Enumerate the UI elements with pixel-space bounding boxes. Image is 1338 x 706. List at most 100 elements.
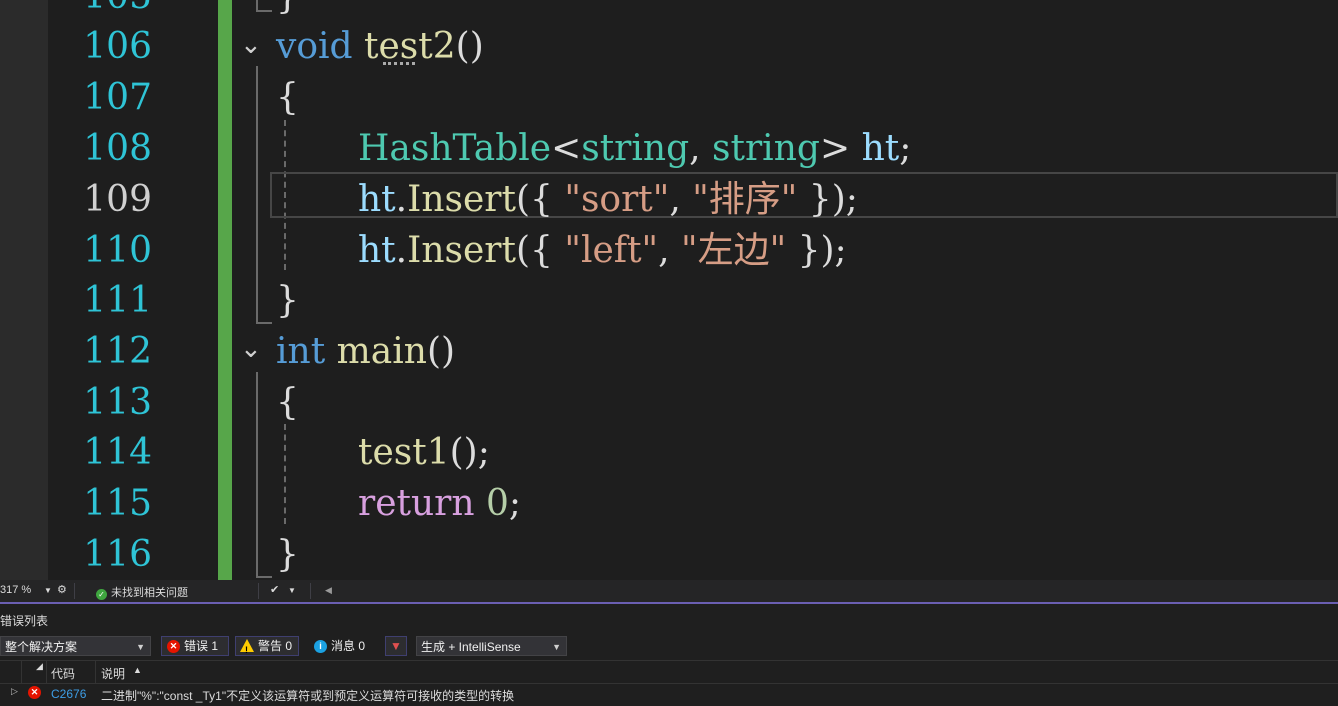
line-number: 106 (83, 26, 152, 67)
check-circle-icon: ✓ (96, 589, 107, 600)
chevron-down-icon[interactable]: ▼ (288, 586, 296, 595)
issues-indicator[interactable]: ✓ 未找到相关问题 (96, 584, 188, 600)
brace: { (276, 77, 299, 118)
punctuation: ; (508, 483, 522, 524)
type-name: string (581, 128, 690, 169)
source-value: 生成 + IntelliSense (421, 640, 521, 654)
function-name: Insert (407, 179, 516, 220)
error-list-panel: 错误列表 整个解决方案 ▼ ✕ 错误 1 ! 警告 0 i 消息 0 ▼ 生成 + In… (0, 602, 1338, 706)
expand-triangle-icon[interactable]: ▷ (11, 686, 18, 697)
scope-value: 整个解决方案 (5, 640, 78, 654)
warnings-count: 警告 0 (258, 639, 293, 653)
code-line[interactable]: } (276, 0, 299, 22)
divider (74, 583, 75, 599)
function-name: test1 (358, 432, 450, 473)
punctuation: () (455, 26, 484, 67)
type-name: string (712, 128, 820, 169)
line-number: 111 (83, 280, 152, 321)
brace: } (276, 280, 299, 321)
sort-marker-icon: ◢ (36, 661, 43, 671)
messages-filter-button[interactable]: i 消息 0 (308, 636, 374, 656)
sort-ascending-icon: ▲ (133, 665, 142, 675)
chevron-down-icon[interactable]: ▼ (44, 586, 52, 595)
punctuation: ({ (515, 230, 565, 271)
intellisense-suggestion-dots (383, 62, 415, 69)
type-name: HashTable (358, 128, 552, 169)
punctuation: . (395, 179, 408, 220)
code-cleanup-brush-icon[interactable]: ✔ (270, 583, 279, 596)
code-line[interactable]: void test2() (276, 22, 484, 72)
brace: } (276, 534, 299, 575)
filter-build-intellisense-icon[interactable]: ▼ (385, 636, 407, 656)
punctuation: () (426, 331, 456, 372)
scroll-left-icon[interactable]: ◀ (325, 585, 332, 596)
warning-mark: ! (245, 645, 248, 655)
scope-dropdown[interactable]: 整个解决方案 ▼ (0, 636, 151, 656)
errors-count: 错误 1 (184, 639, 219, 653)
code-line[interactable]: return 0; (358, 479, 521, 529)
chevron-down-icon: ▼ (552, 642, 561, 652)
punctuation: , (669, 179, 693, 220)
variable: ht (861, 128, 900, 169)
line-number: 116 (83, 534, 152, 575)
collapse-chevron-icon[interactable]: ⌄ (240, 30, 270, 60)
issues-label: 未找到相关问题 (111, 587, 188, 599)
table-row[interactable]: ▷ ✕ C2676 二进制"%":"const _Ty1"不定义该运算符或到预定… (0, 683, 1338, 705)
string-literal: "左边" (681, 230, 787, 271)
string-literal: "排序" (692, 179, 798, 220)
divider (258, 583, 259, 599)
punctuation: , (689, 128, 713, 169)
variable: ht (358, 230, 396, 271)
brace: { (276, 382, 299, 423)
punctuation: , (658, 230, 682, 271)
code-line[interactable]: int main() (276, 327, 455, 377)
error-list-header: ◢ 代码 说明 ▲ (0, 660, 1338, 684)
source-dropdown[interactable]: 生成 + IntelliSense ▼ (416, 636, 567, 656)
editor-status-bar: 317 % ▼ ⚙ ✓ 未找到相关问题 ✔ ▼ ◀ (0, 580, 1338, 602)
collapse-chevron-icon[interactable]: ⌄ (240, 334, 270, 364)
keyword: int (276, 331, 326, 372)
errors-filter-button[interactable]: ✕ 错误 1 (161, 636, 229, 656)
column-divider (21, 661, 22, 683)
code-editor[interactable]: 105 106 107 108 109 110 111 112 113 114 … (0, 0, 1338, 580)
column-code[interactable]: 代码 (51, 665, 75, 682)
function-name: main (336, 331, 427, 372)
code-line[interactable]: { (276, 73, 299, 123)
keyword: return (358, 483, 475, 524)
column-divider (95, 661, 96, 683)
punctuation: > (819, 128, 851, 169)
code-line[interactable]: test1(); (358, 428, 490, 478)
line-number: 108 (83, 128, 152, 169)
line-number: 110 (83, 230, 152, 271)
block-guide-end (256, 0, 272, 12)
indicator-margin (0, 0, 48, 580)
function-name: Insert (407, 230, 516, 271)
code-line[interactable]: { (276, 378, 299, 428)
code-line[interactable]: HashTable<string, string> ht; (358, 124, 911, 174)
column-description[interactable]: 说明 (101, 665, 125, 682)
punctuation: }); (786, 230, 847, 271)
messages-count: 消息 0 (331, 639, 366, 653)
code-line[interactable]: } (276, 276, 299, 326)
live-share-icon[interactable]: ⚙ (57, 583, 67, 596)
code-line[interactable]: } (276, 530, 299, 580)
error-list-toolbar: 整个解决方案 ▼ ✕ 错误 1 ! 警告 0 i 消息 0 ▼ 生成 + Intelli… (0, 635, 1338, 659)
code-line[interactable]: ht.Insert({ "sort", "排序" }); (358, 175, 858, 225)
code-line[interactable]: ht.Insert({ "left", "左边" }); (358, 226, 847, 276)
block-guide (256, 372, 258, 570)
error-icon: ✕ (167, 640, 180, 653)
indent-guide (284, 424, 286, 524)
warnings-filter-button[interactable]: ! 警告 0 (235, 636, 299, 656)
error-code-link[interactable]: C2676 (51, 687, 86, 701)
keyword: void (276, 26, 353, 67)
line-number-current: 109 (83, 179, 152, 220)
chevron-down-icon: ▼ (136, 642, 145, 652)
function-name: test2 (364, 26, 456, 67)
string-literal: "sort" (564, 179, 670, 220)
error-icon: ✕ (28, 686, 41, 699)
punctuation: ({ (515, 179, 565, 220)
zoom-level[interactable]: 317 % (0, 584, 31, 596)
block-guide (256, 66, 258, 316)
variable: ht (358, 179, 396, 220)
change-tracking-bar (218, 0, 232, 580)
